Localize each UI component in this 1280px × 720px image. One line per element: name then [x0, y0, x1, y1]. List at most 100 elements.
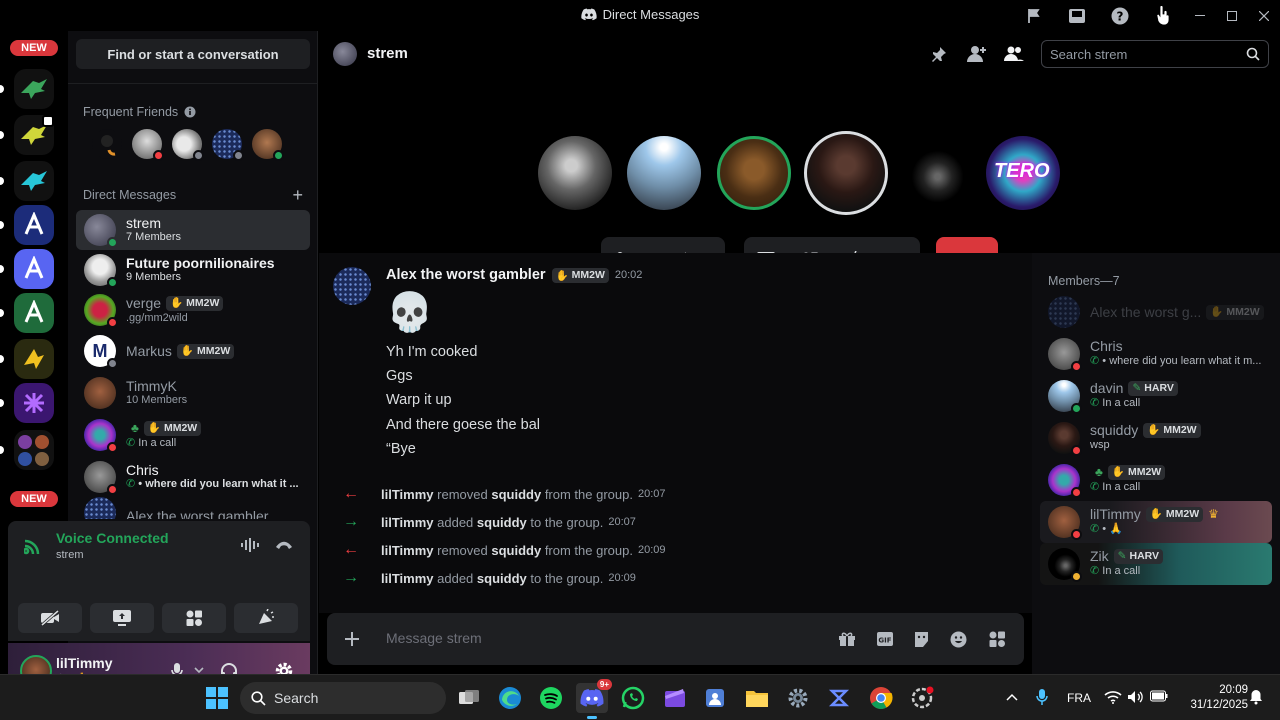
server-icon-4[interactable]	[14, 205, 54, 245]
apps-icon[interactable]	[988, 630, 1006, 648]
pin-icon[interactable]	[931, 46, 947, 62]
call-participant-avatar[interactable]: TERO	[986, 136, 1060, 210]
spotify-icon[interactable]	[535, 683, 567, 713]
gift-icon[interactable]	[838, 631, 856, 647]
server-icon-8[interactable]	[14, 383, 54, 423]
friend-avatar[interactable]	[252, 129, 284, 161]
call-participant-avatar-speaking[interactable]	[717, 136, 791, 210]
minimize-button[interactable]	[1184, 0, 1216, 31]
server-icon-5[interactable]	[14, 249, 54, 289]
server-icon-3[interactable]	[14, 161, 54, 201]
dm-item-verge[interactable]: verge ✋ MM2W .gg/mm2wild	[76, 290, 310, 330]
task-view-icon[interactable]	[453, 683, 485, 713]
soundboard-button[interactable]	[234, 603, 298, 633]
inbox-icon[interactable]	[1055, 0, 1098, 31]
file-explorer-icon[interactable]	[741, 683, 773, 713]
member-item[interactable]: squiddy ✋ MM2W wsp	[1040, 417, 1272, 459]
status-dnd	[107, 484, 118, 495]
sticker-icon[interactable]	[913, 631, 930, 648]
member-item[interactable]: Chris ✆ • where did you learn what it m..…	[1040, 333, 1272, 375]
dev-app-icon[interactable]	[823, 683, 855, 713]
recording-app-icon[interactable]	[906, 683, 938, 713]
dm-name: TimmyK	[126, 378, 177, 394]
voice-channel-name[interactable]: strem	[56, 549, 84, 561]
camera-off-button[interactable]	[18, 603, 82, 633]
info-icon[interactable]	[184, 106, 196, 118]
dm-item-strem[interactable]: strem 7 Members	[76, 210, 310, 250]
volume-icon[interactable]	[1127, 690, 1143, 704]
friend-avatar[interactable]	[212, 129, 244, 161]
message-author-avatar[interactable]	[333, 267, 371, 305]
noise-suppression-icon[interactable]	[240, 537, 260, 553]
share-screen-button[interactable]	[90, 603, 154, 633]
flag-icon[interactable]	[1012, 0, 1055, 31]
dm-item-future-poornilionaires[interactable]: Future poornilionaires 9 Members	[76, 250, 310, 290]
wifi-icon[interactable]	[1104, 690, 1122, 704]
start-button[interactable]	[201, 683, 233, 713]
input-language[interactable]: FRA	[1067, 691, 1091, 705]
clipchamp-icon[interactable]	[659, 683, 691, 713]
add-friends-icon[interactable]	[967, 45, 987, 63]
member-item[interactable]: ♣ ✋ MM2W ✆ In a call	[1040, 459, 1272, 501]
chevron-down-icon[interactable]	[194, 667, 204, 673]
gif-icon[interactable]: GIF	[876, 631, 894, 647]
taskbar-search[interactable]: Search	[240, 682, 446, 714]
close-button[interactable]	[1248, 0, 1280, 31]
message-input[interactable]: Message strem	[386, 630, 482, 646]
dm-item-alex[interactable]: Alex the worst gambler	[76, 497, 310, 519]
whatsapp-icon[interactable]	[617, 683, 649, 713]
app-icon[interactable]	[699, 683, 731, 713]
show-hidden-icons-chevron[interactable]	[1006, 693, 1018, 701]
dm-item-markus[interactable]: M Markus ✋ MM2W	[76, 331, 310, 371]
server-icon-2[interactable]	[14, 115, 54, 155]
call-participant-avatar[interactable]	[538, 136, 612, 210]
discord-taskbar-icon[interactable]: 9+	[576, 679, 612, 719]
find-conversation-button[interactable]: Find or start a conversation	[76, 39, 310, 69]
call-participant-avatar-focused[interactable]	[804, 131, 888, 215]
maximize-button[interactable]	[1216, 0, 1248, 31]
crown-icon: ♛	[1208, 507, 1219, 521]
search-placeholder: Search strem	[1050, 46, 1128, 62]
call-participant-avatar[interactable]	[627, 136, 701, 210]
divider	[68, 83, 318, 84]
member-item[interactable]: lilTimmy ✋ MM2W ♛ ✆ • 🙏	[1040, 501, 1272, 543]
clock-time: 20:09	[1219, 684, 1248, 696]
dm-sub: 9 Members	[126, 271, 182, 283]
server-icon-1[interactable]	[14, 69, 54, 109]
chrome-icon[interactable]	[865, 683, 897, 713]
add-dm-icon[interactable]: +	[292, 186, 303, 204]
dm-item-timmyk[interactable]: TimmyK 10 Members	[76, 373, 310, 413]
search-input[interactable]: Search strem	[1041, 40, 1269, 68]
status-dnd	[153, 150, 164, 161]
settings-icon[interactable]	[782, 683, 814, 713]
microphone-tray-icon[interactable]	[1036, 688, 1048, 706]
dm-item-chris[interactable]: Chris ✆ • where did you learn what it ...	[76, 457, 310, 497]
system-clock[interactable]: 20:09 31/12/2025	[1190, 683, 1248, 713]
dm-item-unnamed[interactable]: ♣ ✋ MM2W ✆ In a call	[76, 415, 310, 455]
edge-browser-icon[interactable]	[494, 683, 526, 713]
server-icon-6[interactable]	[14, 293, 54, 333]
group-avatar	[84, 214, 118, 248]
friend-avatar[interactable]	[172, 129, 204, 161]
frequent-friends-label: Frequent Friends	[83, 105, 179, 119]
disconnect-icon[interactable]	[274, 539, 294, 551]
add-attachment-icon[interactable]	[344, 631, 360, 647]
member-item[interactable]: Alex the worst g... ✋ MM2W	[1040, 291, 1272, 333]
activities-button[interactable]	[162, 603, 226, 633]
help-icon[interactable]: ?	[1098, 0, 1141, 31]
user-avatar	[84, 497, 116, 519]
friend-avatar[interactable]	[132, 129, 164, 161]
server-folder[interactable]	[14, 430, 54, 470]
message-author-name[interactable]: Alex the worst gambler	[386, 267, 546, 283]
member-item[interactable]: davin ✎ HARV ✆ In a call	[1040, 375, 1272, 417]
server-icon-7[interactable]	[14, 339, 54, 379]
dm-sidebar: Find or start a conversation Frequent Fr…	[8, 31, 318, 699]
notifications-bell-icon[interactable]	[1249, 689, 1263, 705]
member-item[interactable]: Zik ✎ HARV ✆ In a call	[1040, 543, 1272, 585]
dm-section-header: Direct Messages +	[83, 186, 303, 204]
battery-icon[interactable]	[1150, 690, 1168, 702]
emoji-icon[interactable]	[950, 631, 967, 648]
call-participant-avatar[interactable]	[897, 136, 971, 210]
members-list-icon[interactable]	[1004, 45, 1024, 63]
friend-avatar[interactable]	[92, 129, 122, 159]
